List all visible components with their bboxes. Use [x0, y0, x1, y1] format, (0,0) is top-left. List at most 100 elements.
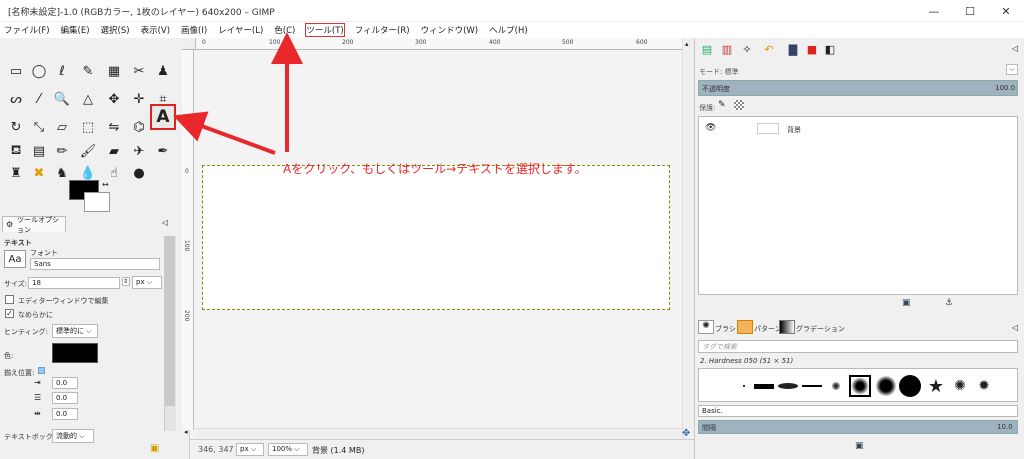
star-brush-icon[interactable]: ★: [925, 375, 947, 397]
indent-input[interactable]: 0.0: [52, 377, 78, 389]
gradient-tab-label[interactable]: グラデーション: [796, 324, 845, 334]
cage-transform-icon[interactable]: ⌬: [128, 116, 150, 138]
clone-icon[interactable]: ♜: [5, 162, 27, 184]
brush-preset-select[interactable]: Basic.: [698, 405, 1018, 417]
menu-layer[interactable]: レイヤー(L): [218, 24, 263, 36]
zoom-icon[interactable]: 🔍: [51, 88, 73, 110]
brush-panel-menu-icon[interactable]: ◁: [1012, 323, 1018, 332]
swap-colors-icon[interactable]: ↔: [102, 180, 109, 189]
paths-tab-icon[interactable]: ✧: [738, 40, 756, 58]
restore-defaults-icon[interactable]: ▣: [150, 443, 159, 454]
brush-item[interactable]: [875, 375, 897, 397]
new-layer-icon[interactable]: ▣: [902, 298, 911, 308]
mode-dropdown[interactable]: ⌵: [1006, 64, 1018, 75]
gradient-tab-icon[interactable]: [779, 320, 795, 334]
foreground-select-icon[interactable]: ♟: [152, 60, 174, 82]
menu-help[interactable]: ヘルプ(H): [489, 24, 528, 36]
colors-tab-icon[interactable]: ■: [803, 40, 821, 58]
dock-menu-icon[interactable]: ◁: [1012, 44, 1018, 53]
fuzzy-select-icon[interactable]: ✎: [77, 60, 99, 82]
brush-duplicate-icon[interactable]: ▣: [855, 441, 864, 451]
panel-menu-icon[interactable]: ◁: [162, 218, 168, 227]
smooth-checkbox[interactable]: ✓: [5, 309, 14, 318]
font-preview[interactable]: Aa: [4, 250, 26, 268]
move-icon[interactable]: ✥: [103, 88, 125, 110]
opacity-slider[interactable]: 不透明度 100.0: [698, 80, 1018, 96]
text-tool-icon[interactable]: A: [150, 104, 176, 130]
brush-tab-icon[interactable]: ✺: [698, 320, 714, 334]
paintbrush-icon[interactable]: 🖌: [77, 140, 99, 162]
brush-item[interactable]: [825, 375, 847, 397]
color-picker-icon[interactable]: ⁄: [28, 88, 50, 110]
free-select-icon[interactable]: ℓ: [51, 60, 73, 82]
justify-left-button[interactable]: [38, 367, 45, 374]
font-input[interactable]: Sans: [30, 258, 160, 270]
close-button[interactable]: ✕: [988, 0, 1024, 22]
background-color-swatch[interactable]: [84, 192, 110, 212]
canvas-scroll-up-icon[interactable]: ▴: [685, 40, 689, 48]
brush-item[interactable]: [777, 375, 799, 397]
scale-icon[interactable]: ⤡: [28, 116, 50, 138]
menu-view[interactable]: 表示(V): [141, 24, 170, 36]
image-canvas[interactable]: [202, 165, 670, 310]
airbrush-icon[interactable]: ✈: [128, 140, 150, 162]
tool-options-scroll-thumb[interactable]: [165, 236, 175, 406]
brush-item[interactable]: [801, 375, 823, 397]
undo-tab-icon[interactable]: ↶: [760, 40, 778, 58]
align-icon[interactable]: ✛: [128, 88, 150, 110]
size-unit-select[interactable]: px ⌵: [132, 276, 162, 289]
line-spacing-input[interactable]: 0.0: [52, 392, 78, 404]
pattern-tab-label[interactable]: パターン: [754, 324, 782, 334]
ink-icon[interactable]: ✒: [152, 140, 174, 162]
anchor-layer-icon[interactable]: ⚓: [945, 298, 953, 308]
tool-options-tab[interactable]: ⚙ ツールオプション: [2, 216, 66, 234]
lock-alpha-icon[interactable]: [734, 100, 744, 110]
size-input[interactable]: 18: [28, 277, 120, 289]
canvas-horizontal-scrollbar[interactable]: [196, 428, 682, 438]
splatter-brush-icon[interactable]: ✹: [973, 375, 995, 397]
rotate-icon[interactable]: ↻: [5, 116, 27, 138]
editor-checkbox[interactable]: [5, 295, 14, 306]
brush-grid[interactable]: ★ ✺ ✹: [698, 368, 1018, 402]
navigate-icon[interactable]: ✥: [682, 428, 690, 439]
shear-icon[interactable]: ▱: [51, 116, 73, 138]
dodge-burn-icon[interactable]: ●: [128, 162, 150, 184]
menu-select[interactable]: 選択(S): [101, 24, 130, 36]
gradient-tab-icon[interactable]: ◧: [821, 40, 839, 58]
zoom-select[interactable]: 100% ⌵: [268, 443, 308, 456]
brush-item-selected[interactable]: [849, 375, 871, 397]
letter-spacing-input[interactable]: 0.0: [52, 408, 78, 420]
tag-search-input[interactable]: タグで検索: [698, 340, 1018, 353]
scissors-icon[interactable]: ✂: [128, 60, 150, 82]
perspective-icon[interactable]: ⬚: [77, 116, 99, 138]
size-stepper[interactable]: ⇕: [122, 277, 130, 286]
bucket-fill-icon[interactable]: ⛾: [5, 140, 27, 162]
ellipse-select-icon[interactable]: ◯: [28, 60, 50, 82]
ruler-corner[interactable]: [182, 38, 196, 50]
menu-colors[interactable]: 色(C): [274, 24, 295, 36]
measure-icon[interactable]: △: [77, 88, 99, 110]
splatter-brush-icon[interactable]: ✺: [949, 375, 971, 397]
hinting-select[interactable]: 標準的に ⌵: [52, 324, 98, 338]
text-color-button[interactable]: [52, 343, 98, 363]
brush-item[interactable]: [733, 375, 755, 397]
eraser-icon[interactable]: ▰: [103, 140, 125, 162]
layer-list[interactable]: 👁 背景: [698, 116, 1018, 295]
textbox-select[interactable]: 流動的 ⌵: [52, 429, 94, 443]
minimize-button[interactable]: —: [916, 0, 952, 22]
unit-select[interactable]: px ⌵: [236, 443, 264, 456]
flip-icon[interactable]: ⇋: [103, 116, 125, 138]
brush-tab-label[interactable]: ブラシ: [715, 324, 736, 334]
menu-windows[interactable]: ウィンドウ(W): [421, 24, 479, 36]
paths-icon[interactable]: ᔕ: [5, 88, 27, 110]
brush-item[interactable]: [753, 375, 775, 397]
channels-tab-icon[interactable]: ▥: [718, 40, 736, 58]
layer-row[interactable]: 👁 背景: [701, 121, 1017, 137]
canvas-vertical-scrollbar[interactable]: [682, 38, 694, 439]
menu-image[interactable]: 画像(I): [181, 24, 207, 36]
pencil-icon[interactable]: ✏: [51, 140, 73, 162]
layers-tab-icon[interactable]: ▤: [698, 40, 716, 58]
menu-file[interactable]: ファイル(F): [4, 24, 50, 36]
visibility-eye-icon[interactable]: 👁: [705, 123, 716, 133]
blend-icon[interactable]: ▤: [28, 140, 50, 162]
